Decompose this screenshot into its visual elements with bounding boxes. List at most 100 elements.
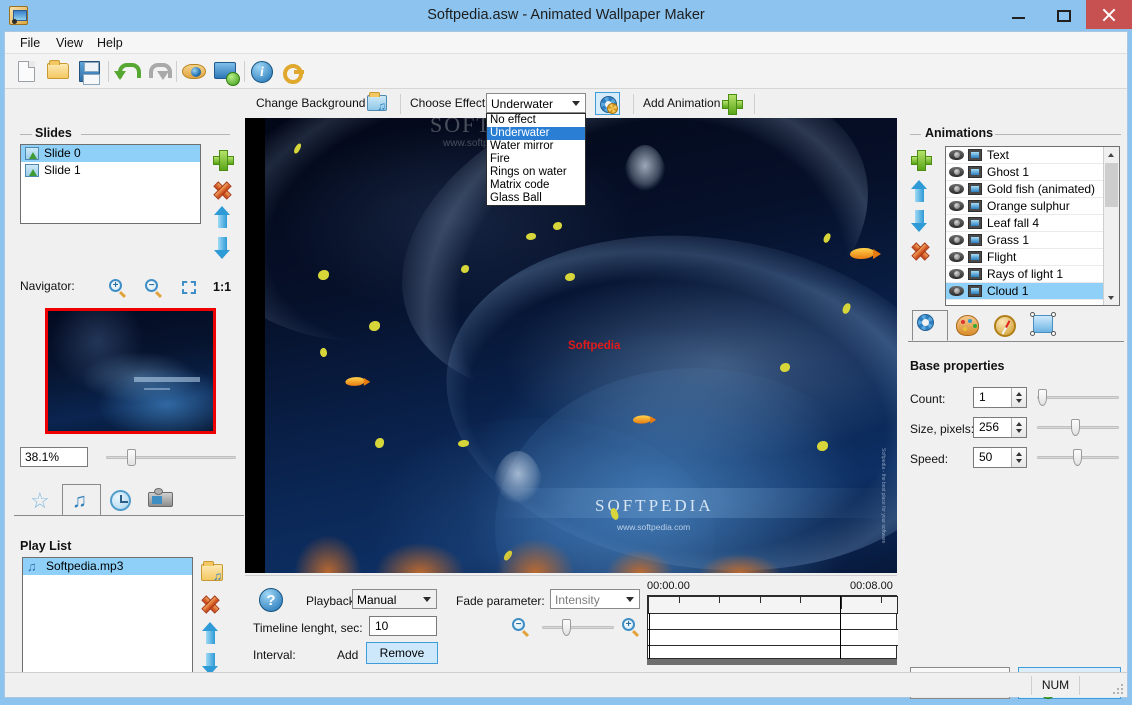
info-button[interactable]: i [248, 58, 276, 85]
tab-music[interactable]: ♫ [62, 484, 101, 516]
gold-fish-animation[interactable] [633, 415, 651, 423]
delete-slide-button[interactable] [213, 181, 232, 200]
speed-stepper[interactable]: 50 [973, 447, 1027, 468]
add-animation-button[interactable] [911, 150, 930, 169]
tab-base-properties[interactable] [912, 310, 948, 341]
navigator-thumbnail[interactable] [45, 308, 216, 434]
list-item[interactable]: Text [946, 147, 1104, 164]
menu-file[interactable]: File [13, 35, 47, 52]
tab-geometry-properties[interactable] [1026, 310, 1062, 341]
undo-button[interactable] [112, 58, 140, 85]
grass-animation[interactable] [595, 539, 685, 573]
timeline-playhead[interactable] [649, 613, 650, 660]
zoom-slider-thumb[interactable] [127, 449, 136, 466]
eye-icon[interactable] [949, 150, 964, 160]
timeline-zoom-in-icon[interactable]: + [622, 618, 639, 635]
zoom-in-icon[interactable]: + [109, 279, 126, 296]
eye-icon[interactable] [949, 286, 964, 296]
grass-animation[interactable] [360, 529, 480, 573]
effect-combo[interactable]: Underwater [486, 93, 586, 113]
gold-fish-animation[interactable] [345, 377, 364, 386]
ghost-animation[interactable] [623, 145, 667, 219]
slides-list[interactable]: Slide 0 Slide 1 [20, 144, 201, 224]
interval-remove-button[interactable]: Remove [366, 642, 438, 664]
dropdown-item[interactable]: Water mirror [487, 140, 585, 153]
save-button[interactable] [75, 58, 103, 85]
maximize-button[interactable] [1041, 0, 1086, 29]
zoom-out-icon[interactable]: − [145, 279, 162, 296]
dropdown-item[interactable]: Fire [487, 153, 585, 166]
list-item[interactable]: Cloud 1 [946, 283, 1104, 300]
timeline-horizontal-scrollbar[interactable] [647, 659, 897, 665]
fit-to-window-icon[interactable] [180, 280, 198, 296]
size-stepper[interactable]: 256 [973, 417, 1027, 438]
create-toolbar-button[interactable] [211, 58, 239, 85]
move-animation-down-button[interactable] [911, 210, 928, 232]
close-button[interactable] [1086, 0, 1132, 29]
dropdown-item[interactable]: Glass Ball [487, 192, 585, 205]
scrollbar-thumb[interactable] [1105, 163, 1118, 207]
menu-help[interactable]: Help [90, 35, 130, 52]
list-item[interactable]: Orange sulphur [946, 198, 1104, 215]
grass-animation[interactable] [483, 523, 588, 573]
list-item[interactable]: Leaf fall 4 [946, 215, 1104, 232]
zoom-value-input[interactable]: 38.1% [20, 447, 88, 467]
tab-color-properties[interactable] [950, 310, 986, 341]
list-item[interactable]: ♫ Softpedia.mp3 [23, 558, 192, 575]
eye-icon[interactable] [949, 184, 964, 194]
new-button[interactable] [13, 58, 41, 85]
speed-slider-thumb[interactable] [1073, 449, 1082, 466]
interval-add-button[interactable]: Add [337, 648, 358, 662]
redo-button[interactable] [143, 58, 171, 85]
plus-icon[interactable] [722, 94, 739, 111]
change-background-label[interactable]: Change Background [256, 96, 365, 110]
animations-scrollbar[interactable] [1103, 147, 1119, 305]
dropdown-item[interactable]: Underwater [487, 127, 585, 140]
timeline-zoom-slider-thumb[interactable] [562, 619, 571, 636]
tab-effects[interactable]: ☆ [22, 484, 61, 516]
image-folder-icon[interactable] [367, 95, 387, 111]
zoom-slider-track[interactable] [106, 456, 236, 459]
list-item[interactable]: Slide 0 [21, 145, 200, 162]
count-stepper[interactable]: 1 [973, 387, 1027, 408]
add-slide-button[interactable] [213, 150, 232, 169]
timeline-track-row[interactable] [648, 645, 898, 660]
list-item[interactable]: Grass 1 [946, 232, 1104, 249]
tab-motion-properties[interactable] [988, 310, 1024, 341]
count-slider-thumb[interactable] [1038, 389, 1047, 406]
grass-animation[interactable] [685, 545, 795, 573]
eye-icon[interactable] [949, 252, 964, 262]
move-slide-down-button[interactable] [214, 237, 231, 259]
scroll-down-button[interactable] [1104, 290, 1119, 305]
minimize-button[interactable] [996, 0, 1041, 29]
timeline-end-marker[interactable] [840, 596, 841, 660]
timeline-zoom-out-icon[interactable]: − [512, 618, 529, 635]
delete-music-button[interactable] [201, 595, 220, 614]
move-slide-up-button[interactable] [214, 206, 231, 228]
list-item[interactable]: Ghost 1 [946, 164, 1104, 181]
effect-dropdown-list[interactable]: No effect Underwater Water mirror Fire R… [486, 113, 586, 206]
dropdown-item[interactable]: No effect [487, 114, 585, 127]
move-animation-up-button[interactable] [911, 180, 928, 202]
speed-spin-buttons[interactable] [1011, 448, 1026, 467]
animations-list[interactable]: Text Ghost 1 Gold fish (animated) Orange… [945, 146, 1120, 306]
size-spin-buttons[interactable] [1011, 418, 1026, 437]
timeline-track-row[interactable] [648, 613, 898, 629]
preview-toolbar-button[interactable] [180, 58, 208, 85]
help-icon[interactable]: ? [259, 588, 283, 612]
scroll-up-button[interactable] [1104, 147, 1119, 162]
list-item[interactable]: Slide 1 [21, 162, 200, 179]
gold-fish-animation[interactable] [850, 248, 874, 259]
effect-settings-button[interactable] [595, 92, 620, 115]
eye-icon[interactable] [949, 218, 964, 228]
timeline-zoom-slider-track[interactable] [542, 626, 614, 629]
dropdown-item[interactable]: Rings on water [487, 166, 585, 179]
menu-view[interactable]: View [49, 35, 90, 52]
add-music-button[interactable] [201, 564, 223, 581]
eye-icon[interactable] [949, 201, 964, 211]
delete-animation-button[interactable] [911, 242, 930, 261]
register-button[interactable] [279, 58, 307, 85]
size-slider-thumb[interactable] [1071, 419, 1080, 436]
eye-icon[interactable] [949, 269, 964, 279]
resize-grip-icon[interactable] [1111, 682, 1123, 694]
